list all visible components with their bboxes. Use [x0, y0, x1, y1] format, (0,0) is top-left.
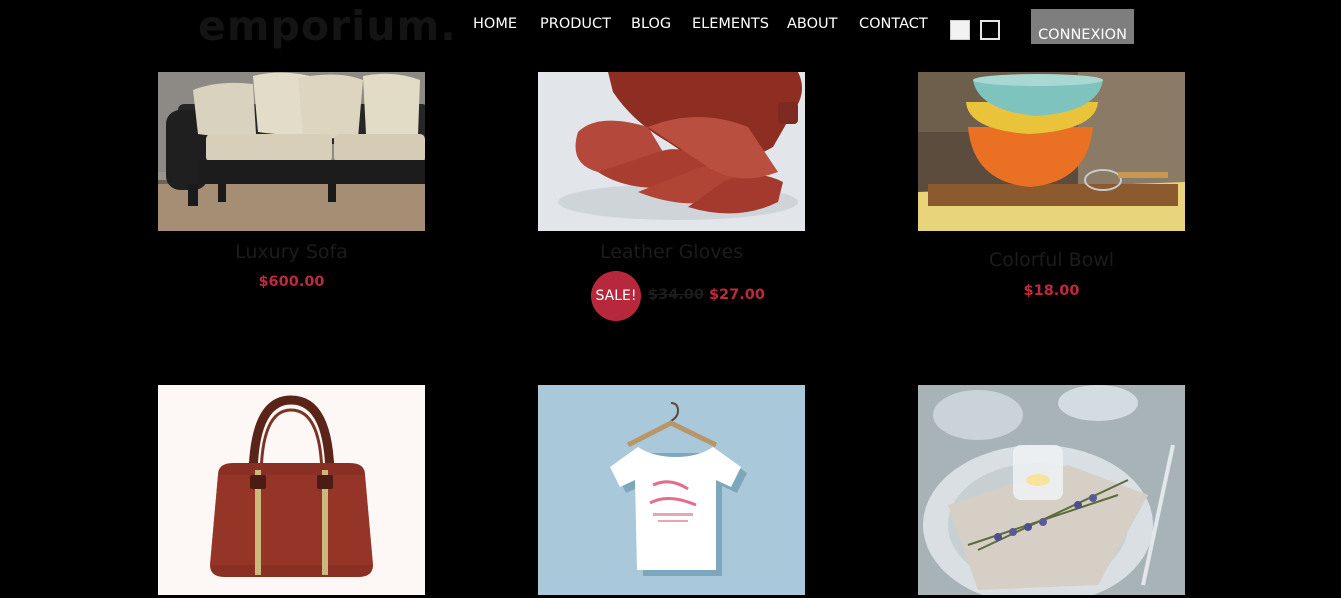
price-row: $34.00 $27.00: [648, 287, 798, 303]
product-image-tshirt[interactable]: [538, 385, 805, 595]
price: $27.00: [708, 287, 765, 303]
nav-home[interactable]: HOME: [473, 16, 517, 32]
nav-blog[interactable]: BLOG: [631, 16, 671, 32]
product-image-gloves[interactable]: [538, 72, 805, 231]
product-name[interactable]: Leather Gloves: [538, 241, 805, 263]
nav-contact[interactable]: CONTACT: [859, 16, 928, 32]
nav-product[interactable]: PRODUCT: [540, 16, 611, 32]
product-name[interactable]: Luxury Sofa: [158, 241, 425, 263]
product-name[interactable]: Colorful Bowl: [918, 249, 1185, 271]
product-image-handbag[interactable]: [158, 385, 425, 595]
logo[interactable]: emporium.: [198, 2, 457, 50]
price-row: $18.00: [918, 283, 1185, 299]
product-card: Luxury Sofa $600.00: [158, 72, 425, 302]
nav-about[interactable]: ABOUT: [787, 16, 838, 32]
nav-elements[interactable]: ELEMENTS: [692, 16, 769, 32]
product-card: [918, 385, 1185, 595]
connexion-button[interactable]: CONNEXION: [1031, 9, 1134, 44]
product-image-sofa[interactable]: [158, 72, 425, 231]
product-card: Colorful Bowl $18.00: [918, 72, 1185, 312]
product-image-bowl[interactable]: [918, 72, 1185, 231]
price: $600.00: [258, 274, 325, 290]
price: $18.00: [1023, 283, 1080, 299]
price-row: $600.00: [158, 274, 425, 290]
product-card: [158, 385, 425, 595]
product-image-tableware[interactable]: [918, 385, 1185, 595]
light-theme-toggle[interactable]: [950, 20, 970, 40]
old-price: $34.00: [648, 287, 704, 303]
product-card: [538, 385, 805, 595]
product-card: Leather Gloves SALE! $34.00 $27.00: [538, 72, 805, 332]
dark-theme-toggle[interactable]: [980, 20, 1000, 40]
sale-badge: SALE!: [591, 271, 641, 321]
